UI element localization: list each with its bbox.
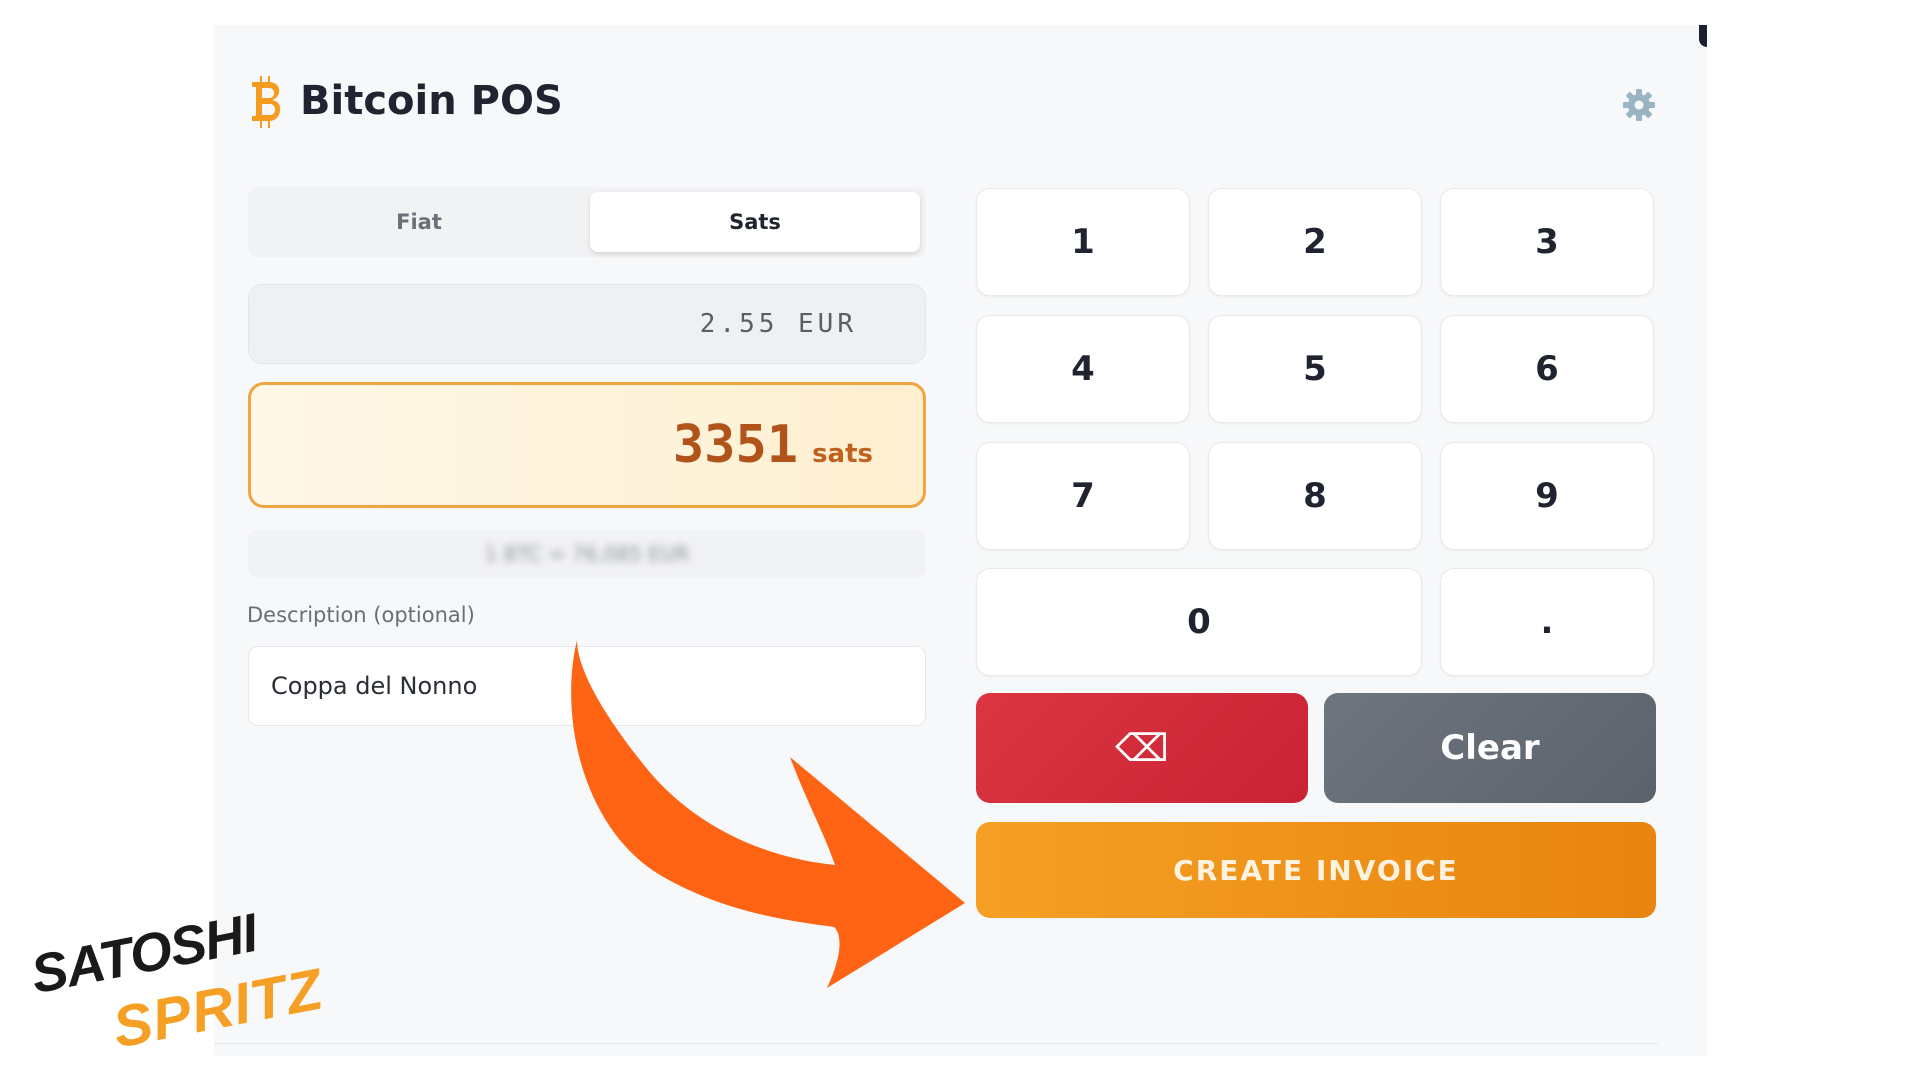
sats-unit-label: sats <box>812 439 873 469</box>
clear-button[interactable]: Clear <box>1324 693 1656 803</box>
fiat-amount-value: 2.55 EUR <box>699 309 857 339</box>
sats-amount-display: 3351 sats <box>248 382 926 508</box>
window-corner-mark <box>1699 25 1707 47</box>
bitcoin-logo-icon <box>252 76 281 128</box>
satoshi-spritz-logo: SATOSHI SPRITZ <box>26 903 328 1065</box>
gear-icon[interactable] <box>1619 85 1659 125</box>
bottom-divider <box>214 1043 1658 1044</box>
keypad-key-5[interactable]: 5 <box>1208 315 1422 423</box>
keypad-key-9[interactable]: 9 <box>1440 442 1654 550</box>
keypad-key-2[interactable]: 2 <box>1208 188 1422 296</box>
keypad-key-1[interactable]: 1 <box>976 188 1190 296</box>
exchange-rate-text: 1 BTC = 76,085 EUR <box>484 542 690 566</box>
fiat-amount-display: 2.55 EUR <box>248 284 926 364</box>
keypad-key-0[interactable]: 0 <box>976 568 1422 676</box>
keypad-key-8[interactable]: 8 <box>1208 442 1422 550</box>
keypad-key-decimal[interactable]: . <box>1440 568 1654 676</box>
description-input[interactable] <box>248 646 926 726</box>
keypad-key-4[interactable]: 4 <box>976 315 1190 423</box>
keypad-key-7[interactable]: 7 <box>976 442 1190 550</box>
currency-mode-toggle: Fiat Sats <box>248 187 926 257</box>
backspace-button[interactable]: ⌫ <box>976 693 1308 803</box>
create-invoice-button[interactable]: CREATE INVOICE <box>976 822 1656 918</box>
app-title: Bitcoin POS <box>300 78 563 124</box>
keypad-key-6[interactable]: 6 <box>1440 315 1654 423</box>
sats-amount-value: 3351 <box>672 415 799 475</box>
description-label: Description (optional) <box>247 603 475 627</box>
backspace-icon: ⌫ <box>1115 726 1169 770</box>
mode-sats-button[interactable]: Sats <box>590 192 920 252</box>
mode-fiat-button[interactable]: Fiat <box>254 192 584 252</box>
exchange-rate-line: 1 BTC = 76,085 EUR <box>248 530 926 578</box>
keypad-key-3[interactable]: 3 <box>1440 188 1654 296</box>
